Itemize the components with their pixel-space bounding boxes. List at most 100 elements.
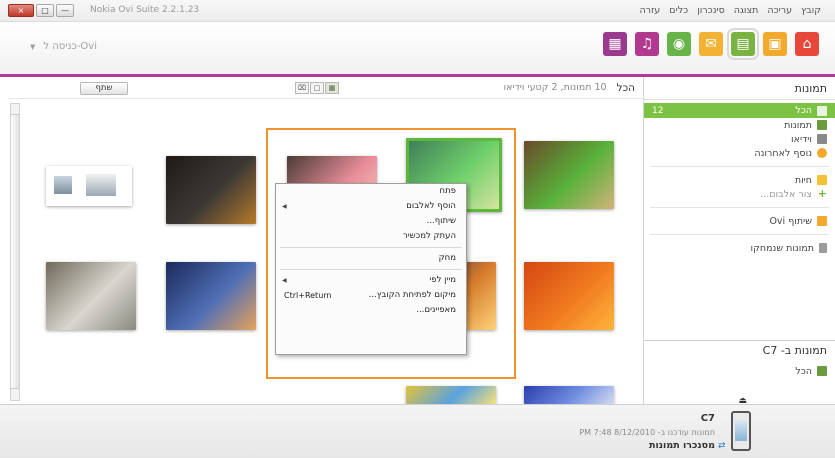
- menu-item-label: מיקום לפתיחת הקובץ...: [368, 290, 456, 300]
- contacts-icon[interactable]: ▣: [763, 32, 787, 56]
- context-menu-item[interactable]: הוסף לאלבום ◀: [276, 199, 466, 214]
- title-bar: × □ — Nokia Ovi Suite 2.2.1.23 קובץ עריכ…: [0, 0, 835, 22]
- signin-label: כניסה ל-Ovi: [43, 41, 97, 52]
- menu-bar: קובץ עריכה תצוגה סינכרון כלים עזרה: [639, 5, 821, 16]
- content-header: שתף ⌧ □ ▦ הכל 10 תמונות, 2 קטעי וידיאו: [8, 77, 643, 99]
- photo-tulips[interactable]: [406, 386, 496, 404]
- sidebar: תמונות הכל 12 תמונות וידיאו נוסף לאחרונה…: [643, 77, 835, 404]
- close-button[interactable]: ×: [8, 4, 34, 17]
- context-menu-item[interactable]: מיקום לפתיחת הקובץ... Ctrl+Return: [276, 288, 466, 303]
- menu-edit[interactable]: עריכה: [767, 5, 792, 16]
- device-photos-header: תמונות ב- C7: [643, 340, 835, 358]
- context-menu-item[interactable]: פתח: [276, 184, 466, 199]
- menu-item-label: מאפיינים...: [416, 305, 456, 315]
- photo-screenshot[interactable]: [46, 166, 132, 206]
- item-count: 12: [652, 105, 664, 116]
- photo-koala[interactable]: [46, 262, 136, 330]
- music-icon[interactable]: ♫: [635, 32, 659, 56]
- sidebar-item-label: וידיאו: [791, 133, 812, 145]
- photos-icon[interactable]: ▤: [727, 28, 759, 60]
- nav-icons: ⌂ ▣ ▤ ✉ ◉ ♫ ▦: [603, 28, 819, 60]
- context-menu-item[interactable]: מאפיינים...: [276, 303, 466, 318]
- photo-flower[interactable]: [524, 262, 614, 330]
- view-buttons: ⌧ □ ▦: [295, 82, 339, 94]
- menu-separator: [280, 269, 462, 270]
- sync-photos-button[interactable]: מסנכרו תמונות: [649, 440, 715, 451]
- device-panel: ⏏ C7 תמונות עודכנו ב- 8/12/2010 7:48 PM …: [0, 396, 835, 458]
- menu-sync[interactable]: סינכרון: [697, 5, 725, 16]
- photos-icon: [817, 105, 827, 116]
- photo-laptop[interactable]: [166, 156, 256, 224]
- home-icon[interactable]: ⌂: [795, 32, 819, 56]
- maps-icon[interactable]: ◉: [667, 32, 691, 56]
- apps-icon[interactable]: ▦: [603, 32, 627, 56]
- breadcrumb-summary: 10 תמונות, 2 קטעי וידיאו: [503, 82, 607, 93]
- context-menu-item[interactable]: מיין לפי ◀: [276, 273, 466, 288]
- folder-icon: [817, 175, 827, 185]
- device-name: C7: [700, 413, 715, 424]
- menu-file[interactable]: קובץ: [801, 5, 821, 16]
- maximize-button[interactable]: □: [36, 4, 54, 17]
- photo-parrot[interactable]: [524, 141, 614, 209]
- menu-help[interactable]: עזרה: [639, 5, 660, 16]
- video-icon: [817, 134, 827, 144]
- clock-icon: [817, 148, 827, 158]
- view-single-button[interactable]: □: [310, 82, 324, 94]
- share-button[interactable]: שתף: [80, 82, 128, 95]
- device-sync-status: תמונות עודכנו ב- 8/12/2010 7:48 PM: [579, 428, 715, 437]
- menu-separator: [280, 247, 462, 248]
- menu-tools[interactable]: כלים: [669, 5, 688, 16]
- sidebar-header: תמונות: [644, 77, 835, 100]
- sidebar-item-label: נוסף לאחרונה: [754, 147, 812, 159]
- photo-lighthouse[interactable]: [166, 262, 256, 330]
- view-fullscreen-button[interactable]: ⌧: [295, 82, 309, 94]
- phone-icon: [731, 411, 751, 451]
- chevron-down-icon: ▼: [30, 42, 36, 51]
- sidebar-album-animals[interactable]: חיות: [644, 173, 835, 187]
- sidebar-create-album[interactable]: + צור אלבום...: [644, 187, 835, 201]
- sidebar-item-label: תמונות שנמחקו: [750, 242, 814, 254]
- minimize-button[interactable]: —: [56, 4, 74, 17]
- divider: [650, 166, 829, 167]
- sidebar-item-video[interactable]: וידיאו: [644, 132, 835, 146]
- breadcrumb-all[interactable]: הכל: [617, 82, 635, 94]
- view-grid-button[interactable]: ▦: [325, 82, 339, 94]
- image-icon: [817, 120, 827, 130]
- messages-icon[interactable]: ✉: [699, 32, 723, 56]
- sync-icon: ⇄: [718, 441, 726, 451]
- sidebar-item-all[interactable]: הכל 12: [644, 103, 835, 118]
- context-menu-item[interactable]: שיתוף...: [276, 214, 466, 229]
- share-icon: [817, 216, 827, 226]
- plus-icon: +: [817, 187, 827, 200]
- context-menu-item[interactable]: מחק: [276, 251, 466, 266]
- photo-jellyfish[interactable]: [524, 386, 614, 404]
- breadcrumb: הכל 10 תמונות, 2 קטעי וידיאו: [504, 82, 636, 94]
- submenu-arrow-icon: ◀: [282, 203, 287, 210]
- submenu-arrow-icon: ◀: [282, 277, 287, 284]
- menu-item-label: מיין לפי: [429, 275, 456, 285]
- sidebar-device-all[interactable]: הכל: [795, 364, 835, 378]
- sidebar-item-label: הכל: [795, 365, 812, 377]
- phone-screen: [735, 420, 747, 441]
- menu-view[interactable]: תצוגה: [734, 5, 759, 16]
- sidebar-item-label: חיות: [794, 174, 812, 186]
- divider: [650, 234, 829, 235]
- sidebar-item-label: הכל: [795, 105, 812, 116]
- menu-shortcut: Ctrl+Return: [284, 291, 332, 300]
- sidebar-item-recent[interactable]: נוסף לאחרונה: [644, 146, 835, 160]
- sidebar-ovi-share[interactable]: שיתוף Ovi: [644, 214, 835, 228]
- menu-item-label: העתק למכשיר: [402, 231, 456, 241]
- divider: [650, 207, 829, 208]
- menu-item-label: שיתוף...: [426, 216, 456, 226]
- menu-item-label: מחק: [438, 253, 456, 263]
- sidebar-item-label: שיתוף Ovi: [769, 215, 812, 227]
- ovi-signin[interactable]: ▼ כניסה ל-Ovi: [30, 41, 97, 52]
- context-menu-item[interactable]: העתק למכשיר: [276, 229, 466, 244]
- image-icon: [817, 366, 827, 376]
- sidebar-deleted[interactable]: תמונות שנמחקו: [644, 241, 835, 255]
- sidebar-item-label: צור אלבום...: [760, 188, 812, 200]
- scrollbar-thumb[interactable]: [11, 114, 19, 389]
- eject-icon[interactable]: ⏏: [738, 396, 747, 406]
- sidebar-item-photos[interactable]: תמונות: [644, 118, 835, 132]
- vertical-scrollbar[interactable]: [10, 103, 20, 401]
